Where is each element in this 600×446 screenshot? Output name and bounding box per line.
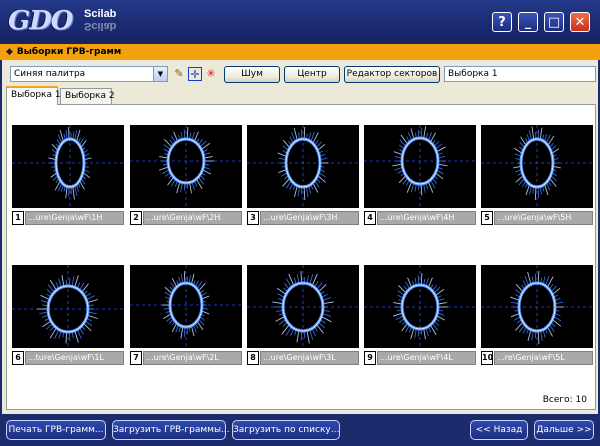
eyedropper-icon[interactable]: ✎	[172, 67, 186, 81]
grv-image[interactable]	[130, 265, 242, 348]
image-cell[interactable]: 9 ...ure\Genja\wF\4L	[364, 265, 476, 381]
image-number: 2	[130, 211, 142, 225]
grv-glow-graphic	[481, 265, 593, 348]
image-number: 5	[481, 211, 493, 225]
crosshair-icon[interactable]: ✛	[188, 67, 202, 81]
tab-selection-2[interactable]: Выборка 2	[60, 88, 115, 104]
image-number: 7	[130, 351, 142, 365]
grv-glow-graphic	[247, 265, 359, 348]
image-path: ...ure\Genja\wF\1H	[25, 211, 124, 225]
image-number: 1	[12, 211, 24, 225]
grv-glow-graphic	[130, 125, 242, 208]
image-number: 10	[481, 351, 493, 365]
burst-icon[interactable]: ✳	[204, 67, 218, 81]
noise-button[interactable]: Шум	[224, 66, 280, 83]
image-path: ...ure\Genja\wF\4L	[377, 351, 476, 365]
image-path: ...ure\Genja\wF\2L	[143, 351, 242, 365]
palette-select-value: Синяя палитра	[14, 69, 86, 79]
tab-selection-1[interactable]: Выборка 1	[6, 86, 61, 105]
grv-image[interactable]	[364, 265, 476, 348]
image-caption: 10 ...re\Genja\wF\5L	[481, 351, 593, 365]
logo-subtitle-reflection: Scilab	[84, 20, 117, 32]
image-cell[interactable]: 1 ...ure\Genja\wF\1H	[12, 125, 124, 241]
close-icon: ✕	[574, 14, 586, 30]
grv-glow-graphic	[12, 125, 124, 208]
image-number: 6	[12, 351, 24, 365]
image-cell[interactable]: 2 ...ure\Genja\wF\2H	[130, 125, 242, 241]
image-cell[interactable]: 7 ...ure\Genja\wF\2L	[130, 265, 242, 381]
image-caption: 2 ...ure\Genja\wF\2H	[130, 211, 242, 225]
grv-image[interactable]	[481, 265, 593, 348]
image-cell[interactable]: 6 ...ture\Genja\wF\1L	[12, 265, 124, 381]
section-header[interactable]: ◆ Выборки ГРВ-грамм	[0, 44, 600, 60]
chevron-down-icon[interactable]: ▼	[153, 67, 167, 81]
image-number: 8	[247, 351, 259, 365]
maximize-icon: □	[547, 14, 561, 30]
image-caption: 1 ...ure\Genja\wF\1H	[12, 211, 124, 225]
toolbar: Синяя палитра ▼ ✎ ✛ ✳ Шум Центр Редактор…	[6, 64, 596, 84]
grv-glow-graphic	[364, 125, 476, 208]
minimize-button[interactable]: _	[518, 12, 538, 32]
grv-image[interactable]	[364, 125, 476, 208]
image-caption: 4 ...ure\Genja\wF\4H	[364, 211, 476, 225]
image-number: 3	[247, 211, 259, 225]
grv-image[interactable]	[12, 265, 124, 348]
grv-image[interactable]	[481, 125, 593, 208]
collapse-arrow-icon[interactable]: ◆	[6, 47, 13, 57]
title-bar: GDO Scilab Scilab ? _ □ ✕	[0, 0, 600, 44]
image-caption: 3 ...ure\Genja\wF\3H	[247, 211, 359, 225]
image-caption: 7 ...ure\Genja\wF\2L	[130, 351, 242, 365]
close-button[interactable]: ✕	[570, 12, 590, 32]
grv-image[interactable]	[247, 265, 359, 348]
grv-glow-graphic	[364, 265, 476, 348]
sector-editor-button[interactable]: Редактор секторов	[344, 66, 440, 83]
image-cell[interactable]: 8 ...ure\Genja\wF\3L	[247, 265, 359, 381]
image-path: ...re\Genja\wF\5L	[494, 351, 593, 365]
image-caption: 5 ...ure\Genja\wF\5H	[481, 211, 593, 225]
grv-image[interactable]	[12, 125, 124, 208]
maximize-button[interactable]: □	[544, 12, 564, 32]
image-cell[interactable]: 10 ...re\Genja\wF\5L	[481, 265, 593, 381]
image-path: ...ure\Genja\wF\3H	[260, 211, 359, 225]
logo-subtitle-text: Scilab	[84, 8, 117, 20]
main-panel: Синяя палитра ▼ ✎ ✛ ✳ Шум Центр Редактор…	[2, 60, 598, 414]
app-logo-subtitle: Scilab Scilab	[84, 8, 144, 32]
image-grid: 1 ...ure\Genja\wF\1H 2 ...ure\Genja\wF\2H 3.…	[6, 104, 596, 410]
grv-image[interactable]	[130, 125, 242, 208]
image-path: ...ure\Genja\wF\3L	[260, 351, 359, 365]
grv-glow-graphic	[130, 265, 242, 348]
center-button[interactable]: Центр	[284, 66, 340, 83]
help-icon: ?	[498, 14, 506, 30]
bottom-bar: Печать ГРВ-грамм... Загрузить ГРВ-граммы…	[0, 414, 600, 446]
selection-name-field[interactable]: Выборка 1	[444, 66, 596, 82]
image-number: 9	[364, 351, 376, 365]
image-cell[interactable]: 4 ...ure\Genja\wF\4H	[364, 125, 476, 241]
help-button[interactable]: ?	[492, 12, 512, 32]
grv-glow-graphic	[247, 125, 359, 208]
grv-image[interactable]	[247, 125, 359, 208]
minimize-icon: _	[524, 14, 532, 30]
grv-glow-graphic	[12, 265, 124, 348]
load-list-button[interactable]: Загрузить по списку...	[232, 420, 340, 440]
app-logo: GDO	[8, 6, 73, 36]
section-title: Выборки ГРВ-грамм	[16, 47, 122, 57]
image-cell[interactable]: 3 ...ure\Genja\wF\3H	[247, 125, 359, 241]
load-button[interactable]: Загрузить ГРВ-граммы...	[112, 420, 230, 440]
print-button[interactable]: Печать ГРВ-грамм...	[6, 420, 106, 440]
image-cell[interactable]: 5 ...ure\Genja\wF\5H	[481, 125, 593, 241]
image-caption: 8 ...ure\Genja\wF\3L	[247, 351, 359, 365]
image-path: ...ure\Genja\wF\5H	[494, 211, 593, 225]
image-path: ...ure\Genja\wF\4H	[377, 211, 476, 225]
image-path: ...ture\Genja\wF\1L	[25, 351, 124, 365]
grv-glow-graphic	[481, 125, 593, 208]
total-count: Всего: 10	[542, 395, 587, 405]
next-button[interactable]: Дальше >>	[534, 420, 594, 440]
image-path: ...ure\Genja\wF\2H	[143, 211, 242, 225]
image-number: 4	[364, 211, 376, 225]
image-caption: 9 ...ure\Genja\wF\4L	[364, 351, 476, 365]
back-button[interactable]: << Назад	[470, 420, 528, 440]
image-caption: 6 ...ture\Genja\wF\1L	[12, 351, 124, 365]
palette-select[interactable]: Синяя палитра ▼	[10, 66, 168, 82]
